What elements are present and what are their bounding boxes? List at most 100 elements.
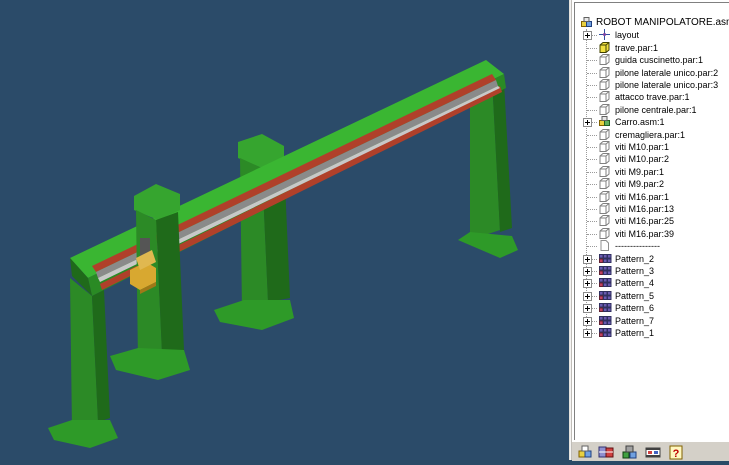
pattern-icon xyxy=(599,277,612,288)
tree-item[interactable]: pilone centrale.par:1 xyxy=(575,103,729,116)
tree-item[interactable]: cremagliera.par:1 xyxy=(575,128,729,141)
tree-item-label: viti M16.par:39 xyxy=(615,228,675,239)
part-icon xyxy=(599,178,610,190)
tree-item[interactable]: --------------- xyxy=(575,240,729,252)
pattern-icon xyxy=(599,327,612,338)
part-icon xyxy=(599,203,610,214)
pattern-icon xyxy=(599,253,612,264)
svg-text:?: ? xyxy=(673,448,680,460)
subassembly-icon xyxy=(599,116,610,127)
expand-plus-icon[interactable] xyxy=(583,31,592,41)
model-viewport[interactable] xyxy=(0,0,569,460)
tree-branch-line xyxy=(587,159,597,161)
tree-item-label: Pattern_3 xyxy=(615,266,655,276)
part-icon xyxy=(599,141,610,152)
tree-item[interactable]: viti M16.par:1 xyxy=(575,190,729,203)
tree-branch-line xyxy=(587,97,597,99)
expand-plus-icon[interactable] xyxy=(583,254,592,264)
tree-item[interactable]: viti M16.par:25 xyxy=(575,215,729,227)
tree-node[interactable]: layout xyxy=(575,29,729,41)
show-all-button[interactable] xyxy=(598,445,614,460)
part-icon xyxy=(599,153,610,165)
tree-branch-line xyxy=(587,47,597,49)
expand-plus-icon[interactable] xyxy=(583,304,592,314)
show-all-icon xyxy=(598,446,614,464)
tree-item-label: viti M16.par:13 xyxy=(615,204,675,214)
tree-branch-line xyxy=(587,209,597,210)
pattern-icon xyxy=(599,265,612,276)
part-active-icon xyxy=(599,41,610,53)
tree-item[interactable]: guida cuscinetto.par:1 xyxy=(575,54,729,66)
tree-node[interactable]: Pattern_5 xyxy=(575,290,729,302)
help-button[interactable]: ? xyxy=(668,445,684,460)
part-icon xyxy=(599,190,610,202)
tree-item-label: Pattern_1 xyxy=(615,328,655,338)
assembly-tree-panel: ROBOT MANIPOLATORE.asm layout trave.par:1 g… xyxy=(572,0,729,441)
film-strip-icon xyxy=(645,447,661,464)
tree-item[interactable]: pilone laterale unico.par:2 xyxy=(575,66,729,79)
part-icon xyxy=(599,165,610,177)
tree-node[interactable]: Pattern_1 xyxy=(575,327,729,339)
tree-item[interactable]: viti M9.par:2 xyxy=(575,178,729,190)
tree-item[interactable]: viti M10.par:2 xyxy=(575,153,729,165)
expand-plus-icon[interactable] xyxy=(583,279,592,289)
part-icon xyxy=(599,66,610,78)
tree-item[interactable]: viti M10.par:1 xyxy=(575,141,729,153)
tree-item[interactable]: viti M16.par:39 xyxy=(575,227,729,240)
show-parts-button[interactable] xyxy=(577,445,593,460)
tree-node[interactable]: Pattern_7 xyxy=(575,315,729,327)
layout-axes-icon xyxy=(599,29,610,41)
tree-item-label: Pattern_2 xyxy=(615,253,655,264)
tree-branch-line xyxy=(587,72,597,74)
tree-item-label: guida cuscinetto.par:1 xyxy=(615,55,704,66)
tree-node[interactable]: Pattern_4 xyxy=(575,277,729,289)
tree-item[interactable]: pilone laterale unico.par:3 xyxy=(575,79,729,91)
tree-node[interactable]: Carro.asm:1 xyxy=(575,116,729,128)
tree-toolbar: ? xyxy=(572,441,729,461)
tree-item-label: pilone laterale unico.par:3 xyxy=(615,80,719,90)
expand-plus-icon[interactable] xyxy=(583,291,592,301)
assembly-icon xyxy=(581,17,592,28)
tree-node[interactable]: Pattern_3 xyxy=(575,265,729,277)
tree-item-label: Pattern_6 xyxy=(615,303,655,314)
part-icon xyxy=(599,79,610,90)
tree-node[interactable]: Pattern_2 xyxy=(575,253,729,265)
tree-branch-line xyxy=(587,246,597,248)
assembly-tree-button[interactable] xyxy=(622,445,638,460)
tree-item[interactable]: trave.par:1 xyxy=(575,41,729,54)
tree-item-label: viti M9.par:2 xyxy=(615,179,665,190)
tree-branch-line xyxy=(587,196,597,198)
tree-branch-line xyxy=(587,233,597,235)
tree-item-label: cremagliera.par:1 xyxy=(615,129,686,140)
tree-branch-line xyxy=(587,109,597,111)
expand-plus-icon[interactable] xyxy=(583,267,592,276)
tree-item-label: viti M16.par:1 xyxy=(615,191,670,202)
tree-item-label: Pattern_4 xyxy=(615,278,655,289)
tree-item-label: --------------- xyxy=(615,241,660,252)
tree-branch-line xyxy=(587,221,597,223)
tree-node[interactable]: Pattern_6 xyxy=(575,302,729,314)
tree-branch-line xyxy=(587,171,597,173)
tree-branch-line xyxy=(587,85,597,86)
assembly-tree: ROBOT MANIPOLATORE.asm layout trave.par:1 g… xyxy=(574,2,729,440)
tree-item-label: layout xyxy=(615,30,640,41)
separator-doc-icon xyxy=(599,240,610,252)
tree-item-label: attacco trave.par:1 xyxy=(615,92,690,103)
part-icon xyxy=(599,54,610,66)
expand-plus-icon[interactable] xyxy=(583,118,592,128)
tree-branch-line xyxy=(587,60,597,62)
part-icon xyxy=(599,103,610,115)
tree-branch-line xyxy=(587,147,597,148)
part-icon xyxy=(599,227,610,239)
pattern-icon xyxy=(599,315,612,326)
tree-item[interactable]: viti M16.par:13 xyxy=(575,203,729,215)
tree-item[interactable]: viti M9.par:1 xyxy=(575,165,729,178)
expand-plus-icon[interactable] xyxy=(583,316,592,326)
tree-item[interactable]: attacco trave.par:1 xyxy=(575,91,729,103)
tree-item-label: Pattern_7 xyxy=(615,315,655,326)
expand-plus-icon[interactable] xyxy=(583,329,592,338)
show-parts-icon xyxy=(577,445,593,464)
pattern-icon xyxy=(599,290,612,301)
film-strip-button[interactable] xyxy=(645,445,661,460)
tree-item-label: viti M10.par:1 xyxy=(615,142,670,152)
